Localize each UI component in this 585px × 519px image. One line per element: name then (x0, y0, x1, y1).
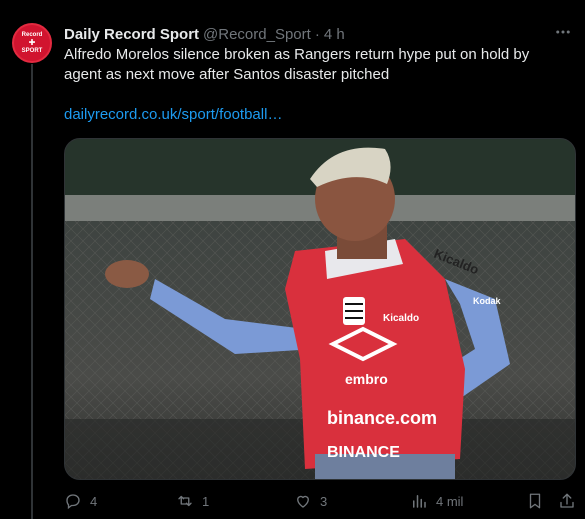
views-count: 4 mil (436, 493, 464, 509)
share-button[interactable] (558, 490, 584, 512)
retweet-icon (178, 495, 192, 507)
like-count: 3 (320, 493, 328, 509)
shirt-text-embro: embro (345, 371, 388, 387)
tweet-actions: 4 1 3 4 mil (64, 490, 576, 512)
avatar-lion-icon: ✚ (28, 38, 36, 47)
shirt-text-binance: binance.com (327, 408, 437, 428)
avatar[interactable]: Record ✚ SPORT (12, 23, 52, 63)
thread-line (31, 64, 33, 519)
share-icon (560, 493, 574, 508)
author-name[interactable]: Daily Record Sport (64, 26, 199, 43)
separator-dot: · (314, 25, 320, 43)
tweet-media-image[interactable]: embro binance.com BINANCE Kicaldo Kicald… (64, 138, 576, 480)
retweet-count: 1 (202, 493, 210, 509)
more-options-icon[interactable] (553, 22, 573, 42)
like-button[interactable]: 3 (294, 490, 327, 512)
reply-icon (66, 494, 80, 510)
article-link[interactable]: dailyrecord.co.uk/sport/football… (64, 106, 282, 123)
reply-button[interactable]: 4 (64, 490, 97, 512)
bookmark-button[interactable] (526, 490, 552, 512)
avatar-text-bottom: SPORT (21, 48, 43, 54)
views-button[interactable]: 4 mil (410, 490, 463, 512)
shirt-text-kicaldo-chest: Kicaldo (383, 313, 419, 324)
tweet-header: Daily Record Sport @Record_Sport · 4 h (64, 24, 573, 44)
heart-icon (297, 495, 309, 508)
shirt-text-binance-bottom: BINANCE (327, 444, 400, 461)
bookmark-icon (529, 493, 541, 509)
tweet-time[interactable]: 4 h (324, 26, 345, 43)
author-handle[interactable]: @Record_Sport (203, 26, 311, 43)
tweet-text: Alfredo Morelos silence broken as Ranger… (64, 46, 530, 83)
shirt-text-kodak: Kodak (473, 296, 502, 306)
retweet-button[interactable]: 1 (176, 490, 209, 512)
views-chart-icon (413, 495, 426, 508)
reply-count: 4 (90, 493, 98, 509)
